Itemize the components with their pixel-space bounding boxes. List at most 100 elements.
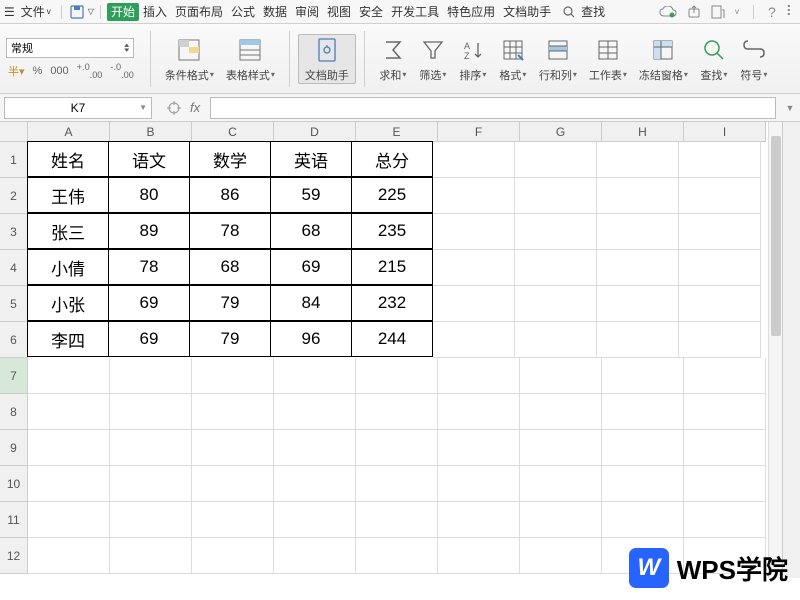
ribbon-符号[interactable]: 符号▾ [734, 35, 774, 83]
ribbon-条件格式[interactable]: 条件格式▾ [159, 35, 220, 83]
cell-B1[interactable]: 语文 [108, 141, 190, 177]
percent-icon[interactable]: % [31, 65, 45, 77]
formula-bar-input[interactable] [210, 97, 776, 119]
chevron-down-icon[interactable]: ▽ [88, 7, 94, 16]
cell-F3[interactable] [433, 214, 515, 250]
cell-C5[interactable]: 79 [189, 285, 271, 321]
cell-D10[interactable] [274, 466, 356, 502]
row-header-1[interactable]: 1 [0, 142, 28, 178]
cell-C11[interactable] [192, 502, 274, 538]
search-label[interactable]: 查找 [577, 1, 609, 22]
cell-C1[interactable]: 数学 [189, 141, 271, 177]
cell-C10[interactable] [192, 466, 274, 502]
cell-B12[interactable] [110, 538, 192, 574]
share-icon[interactable] [687, 5, 701, 19]
cell-F4[interactable] [433, 250, 515, 286]
cell-B8[interactable] [110, 394, 192, 430]
cell-A8[interactable] [28, 394, 110, 430]
export-icon[interactable] [711, 5, 725, 19]
cell-H9[interactable] [602, 430, 684, 466]
cell-H8[interactable] [602, 394, 684, 430]
cell-D2[interactable]: 59 [270, 177, 352, 213]
tab-审阅[interactable]: 审阅 [291, 3, 323, 21]
col-header-C[interactable]: C [192, 122, 274, 142]
cell-G12[interactable] [520, 538, 602, 574]
cell-I11[interactable] [684, 502, 766, 538]
decrease-decimal-icon[interactable]: -.0.00 [108, 62, 135, 80]
col-header-A[interactable]: A [28, 122, 110, 142]
cell-G6[interactable] [515, 322, 597, 358]
select-all-corner[interactable] [0, 122, 28, 142]
comma-icon[interactable]: 000 [48, 65, 70, 77]
cell-A12[interactable] [28, 538, 110, 574]
cell-style-dropdown[interactable]: 常规 ▴▾ [6, 38, 134, 58]
cell-F5[interactable] [433, 286, 515, 322]
tab-视图[interactable]: 视图 [323, 3, 355, 21]
ribbon-表格样式[interactable]: 表格样式▾ [220, 35, 281, 83]
cell-E6[interactable]: 244 [351, 321, 433, 357]
col-header-F[interactable]: F [438, 122, 520, 142]
cell-D5[interactable]: 84 [270, 285, 352, 321]
fx-icon[interactable]: fx [190, 100, 200, 115]
cell-A2[interactable]: 王伟 [27, 177, 109, 213]
name-box[interactable]: K7 ▼ [4, 97, 152, 119]
cell-A3[interactable]: 张三 [27, 213, 109, 249]
cell-H5[interactable] [597, 286, 679, 322]
cloud-sync-icon[interactable] [659, 6, 677, 18]
row-header-8[interactable]: 8 [0, 394, 28, 430]
cell-F7[interactable] [438, 358, 520, 394]
cell-E8[interactable] [356, 394, 438, 430]
cell-F8[interactable] [438, 394, 520, 430]
cell-B4[interactable]: 78 [108, 249, 190, 285]
cell-C8[interactable] [192, 394, 274, 430]
tab-数据[interactable]: 数据 [259, 3, 291, 21]
col-header-H[interactable]: H [602, 122, 684, 142]
chevron-down-icon[interactable]: v [735, 7, 739, 16]
cell-A7[interactable] [28, 358, 110, 394]
cell-E11[interactable] [356, 502, 438, 538]
cell-I4[interactable] [679, 250, 761, 286]
tab-特色应用[interactable]: 特色应用 [443, 3, 499, 21]
tab-插入[interactable]: 插入 [139, 3, 171, 21]
file-menu-button[interactable]: 文件 v [17, 3, 55, 20]
cell-D6[interactable]: 96 [270, 321, 352, 357]
row-header-3[interactable]: 3 [0, 214, 28, 250]
col-header-G[interactable]: G [520, 122, 602, 142]
cell-A11[interactable] [28, 502, 110, 538]
cell-G3[interactable] [515, 214, 597, 250]
cell-E2[interactable]: 225 [351, 177, 433, 213]
cell-C12[interactable] [192, 538, 274, 574]
cell-B7[interactable] [110, 358, 192, 394]
cell-D7[interactable] [274, 358, 356, 394]
cell-B2[interactable]: 80 [108, 177, 190, 213]
cell-D8[interactable] [274, 394, 356, 430]
cell-I7[interactable] [684, 358, 766, 394]
cell-F11[interactable] [438, 502, 520, 538]
col-header-I[interactable]: I [684, 122, 766, 142]
cell-B9[interactable] [110, 430, 192, 466]
cell-I9[interactable] [684, 430, 766, 466]
cell-D12[interactable] [274, 538, 356, 574]
cell-H11[interactable] [602, 502, 684, 538]
cell-G7[interactable] [520, 358, 602, 394]
ribbon-工作表[interactable]: 工作表▾ [583, 35, 633, 83]
row-header-11[interactable]: 11 [0, 502, 28, 538]
cell-D9[interactable] [274, 430, 356, 466]
ribbon-排序[interactable]: AZ排序▾ [453, 35, 493, 83]
row-header-12[interactable]: 12 [0, 538, 28, 574]
cell-I6[interactable] [679, 322, 761, 358]
ribbon-文档助手[interactable]: 文档助手 [298, 34, 356, 84]
row-header-6[interactable]: 6 [0, 322, 28, 358]
cell-D3[interactable]: 68 [270, 213, 352, 249]
cell-H1[interactable] [597, 142, 679, 178]
cell-I10[interactable] [684, 466, 766, 502]
cell-F1[interactable] [433, 142, 515, 178]
search-icon[interactable] [563, 6, 575, 18]
cell-C7[interactable] [192, 358, 274, 394]
cell-G10[interactable] [520, 466, 602, 502]
row-header-7[interactable]: 7 [0, 358, 28, 394]
cell-E3[interactable]: 235 [351, 213, 433, 249]
row-header-2[interactable]: 2 [0, 178, 28, 214]
more-icon[interactable]: ⠇ [786, 3, 796, 20]
cell-H3[interactable] [597, 214, 679, 250]
